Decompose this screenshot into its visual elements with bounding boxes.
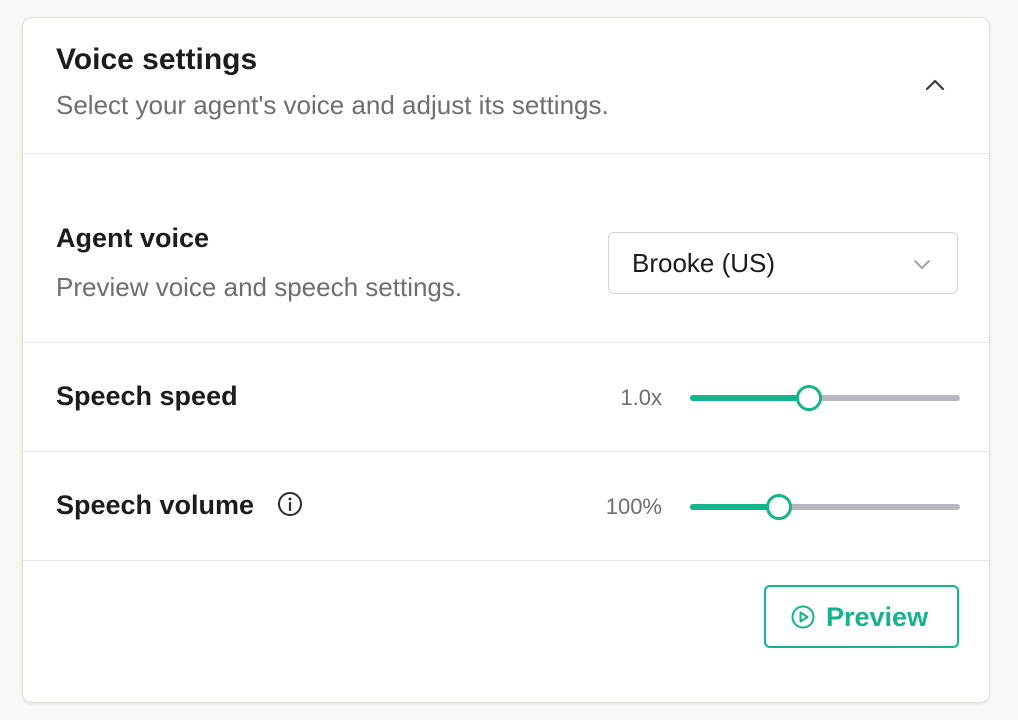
preview-button-label: Preview [826, 602, 929, 632]
card-header[interactable]: Voice settings Select your agent's voice… [23, 18, 989, 154]
speech-volume-label: Speech volume [56, 490, 255, 520]
agent-voice-select[interactable]: Brooke (US) [608, 232, 958, 294]
slider-fill [690, 395, 809, 401]
card-subtitle: Select your agent's voice and adjust its… [56, 90, 609, 120]
card-title: Voice settings [56, 43, 258, 76]
voice-settings-card: Voice settings Select your agent's voice… [22, 17, 990, 703]
speech-speed-row: Speech speed 1.0x [23, 343, 989, 452]
speech-speed-slider[interactable] [690, 381, 960, 415]
agent-voice-selected-value: Brooke (US) [632, 248, 776, 278]
slider-thumb[interactable] [766, 494, 793, 520]
speech-speed-value: 1.0x [620, 385, 662, 410]
info-icon[interactable] [276, 490, 304, 518]
play-circle-icon [791, 605, 815, 629]
agent-voice-hint: Preview voice and speech settings. [56, 272, 463, 302]
slider-thumb[interactable] [795, 385, 822, 411]
agent-voice-label: Agent voice [56, 223, 210, 253]
chevron-up-icon[interactable] [920, 70, 950, 100]
speech-volume-value: 100% [605, 494, 662, 519]
speech-speed-label: Speech speed [56, 381, 238, 411]
agent-voice-row: Agent voice Preview voice and speech set… [23, 154, 989, 343]
preview-button[interactable]: Preview [764, 585, 959, 648]
speech-volume-row: Speech volume 100% [23, 452, 989, 561]
speech-volume-slider[interactable] [690, 490, 960, 524]
chevron-down-icon [911, 253, 933, 275]
